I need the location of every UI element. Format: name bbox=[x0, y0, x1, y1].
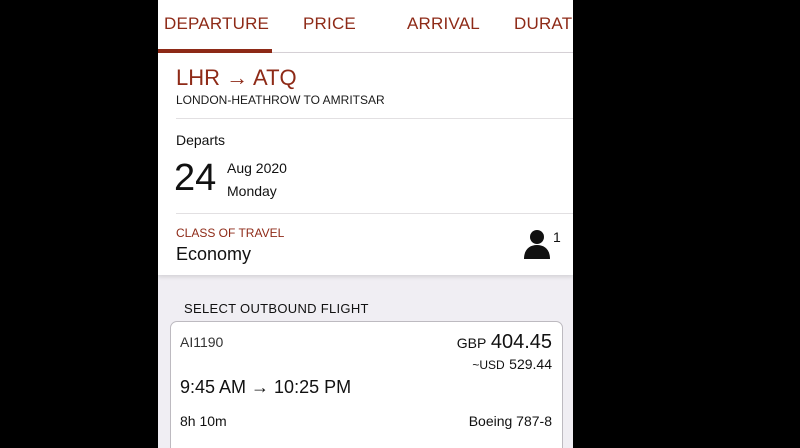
section-title: SELECT OUTBOUND FLIGHT bbox=[184, 301, 369, 316]
flight-duration: 8h 10m bbox=[180, 413, 227, 429]
route-codes: LHR → ATQ bbox=[176, 65, 297, 90]
departure-month-year: Aug 2020 bbox=[227, 160, 287, 176]
departs-label: Departs bbox=[176, 132, 226, 148]
aircraft-type: Boeing 787-8 bbox=[468, 413, 552, 429]
flight-booking-screen: DEPARTURE PRICE ARRIVAL DURAT LHR → ATQ … bbox=[158, 0, 573, 448]
route-name: LONDON-HEATHROW TO AMRITSAR bbox=[176, 93, 385, 107]
price-currency: GBP bbox=[456, 335, 487, 351]
tab-departure[interactable]: DEPARTURE bbox=[164, 14, 269, 34]
flight-times: 9:45 AM → 10:25 PM bbox=[180, 377, 352, 397]
price-primary: GBP 404.45 bbox=[457, 331, 552, 354]
divider bbox=[176, 213, 573, 214]
price-secondary: ~USD 529.44 bbox=[472, 356, 552, 374]
trip-summary-card: LHR → ATQ LONDON-HEATHROW TO AMRITSAR De… bbox=[158, 53, 573, 275]
sort-tab-bar: DEPARTURE PRICE ARRIVAL DURAT bbox=[158, 0, 573, 53]
tab-arrival[interactable]: ARRIVAL bbox=[407, 14, 480, 34]
alt-price-currency: ~USD bbox=[472, 358, 505, 372]
passenger-count: 1 bbox=[553, 229, 561, 245]
tab-price[interactable]: PRICE bbox=[303, 14, 356, 34]
flight-option-card[interactable]: AI1190 GBP 404.45 ~USD 529.44 9:45 AM → … bbox=[170, 321, 563, 448]
person-icon[interactable] bbox=[522, 228, 552, 260]
tab-duration[interactable]: DURAT bbox=[514, 14, 572, 34]
departure-day: 24 bbox=[174, 157, 217, 199]
price-amount: 404.45 bbox=[490, 331, 552, 353]
departure-weekday: Monday bbox=[227, 183, 277, 199]
class-of-travel-value[interactable]: Economy bbox=[176, 244, 251, 265]
class-of-travel-label: CLASS OF TRAVEL bbox=[176, 226, 285, 240]
flight-number: AI1190 bbox=[180, 334, 224, 350]
alt-price-amount: 529.44 bbox=[509, 356, 552, 372]
divider bbox=[176, 118, 573, 119]
